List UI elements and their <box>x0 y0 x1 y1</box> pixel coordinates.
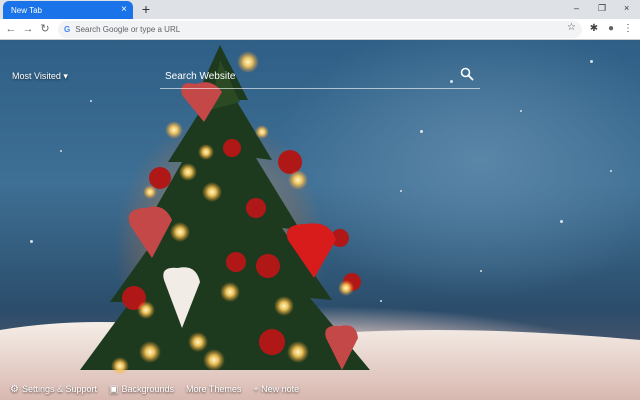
tab-strip: New Tab × + – ❐ × <box>0 0 640 19</box>
backgrounds-button[interactable]: ▣ Backgrounds <box>109 384 174 395</box>
gear-icon: ⚙ <box>10 383 19 395</box>
tab-title: New Tab <box>11 5 42 15</box>
website-search <box>160 65 480 89</box>
forward-icon[interactable]: → <box>21 22 35 36</box>
google-icon: G <box>64 25 71 34</box>
images-icon: ▣ <box>109 383 119 395</box>
profile-icon[interactable]: ● <box>604 22 618 36</box>
toolbar: ← → ↻ G Search Google or type a URL ☆ ✱ … <box>0 19 640 40</box>
new-tab-button[interactable]: + <box>139 1 153 17</box>
search-input[interactable] <box>165 68 445 84</box>
restore-icon[interactable]: ❐ <box>598 1 606 15</box>
browser-chrome: New Tab × + – ❐ × ← → ↻ G Search Google … <box>0 0 640 40</box>
reload-icon[interactable]: ↻ <box>38 22 52 36</box>
tab-new-tab[interactable]: New Tab × <box>3 1 133 19</box>
new-tab-page: Most Visited ▾ ⚙ Settings & Support ▣ Ba… <box>0 40 640 400</box>
close-window-icon[interactable]: × <box>624 1 629 15</box>
omnibox-placeholder: Search Google or type a URL <box>75 25 181 34</box>
close-tab-icon[interactable]: × <box>121 4 127 16</box>
more-themes-label: More Themes <box>186 384 242 394</box>
search-icon[interactable] <box>460 67 474 81</box>
christmas-tree-background <box>0 45 640 400</box>
backgrounds-label: Backgrounds <box>121 384 175 394</box>
settings-support-button[interactable]: ⚙ Settings & Support <box>10 384 97 395</box>
extensions-icon[interactable]: ✱ <box>587 22 601 36</box>
menu-icon[interactable]: ⋮ <box>621 22 635 36</box>
settings-support-label: Settings & Support <box>21 384 98 394</box>
bookmark-star-icon[interactable]: ☆ <box>567 22 576 33</box>
minimize-icon[interactable]: – <box>574 1 579 15</box>
most-visited-dropdown[interactable]: Most Visited ▾ <box>12 71 68 82</box>
more-themes-button[interactable]: More Themes <box>186 384 241 394</box>
new-note-button[interactable]: + New note <box>253 384 299 394</box>
omnibox[interactable]: G Search Google or type a URL ☆ <box>58 21 582 38</box>
new-note-label: + New note <box>253 384 300 394</box>
bottom-bar: ⚙ Settings & Support ▣ Backgrounds More … <box>0 378 640 400</box>
back-icon[interactable]: ← <box>4 22 18 36</box>
